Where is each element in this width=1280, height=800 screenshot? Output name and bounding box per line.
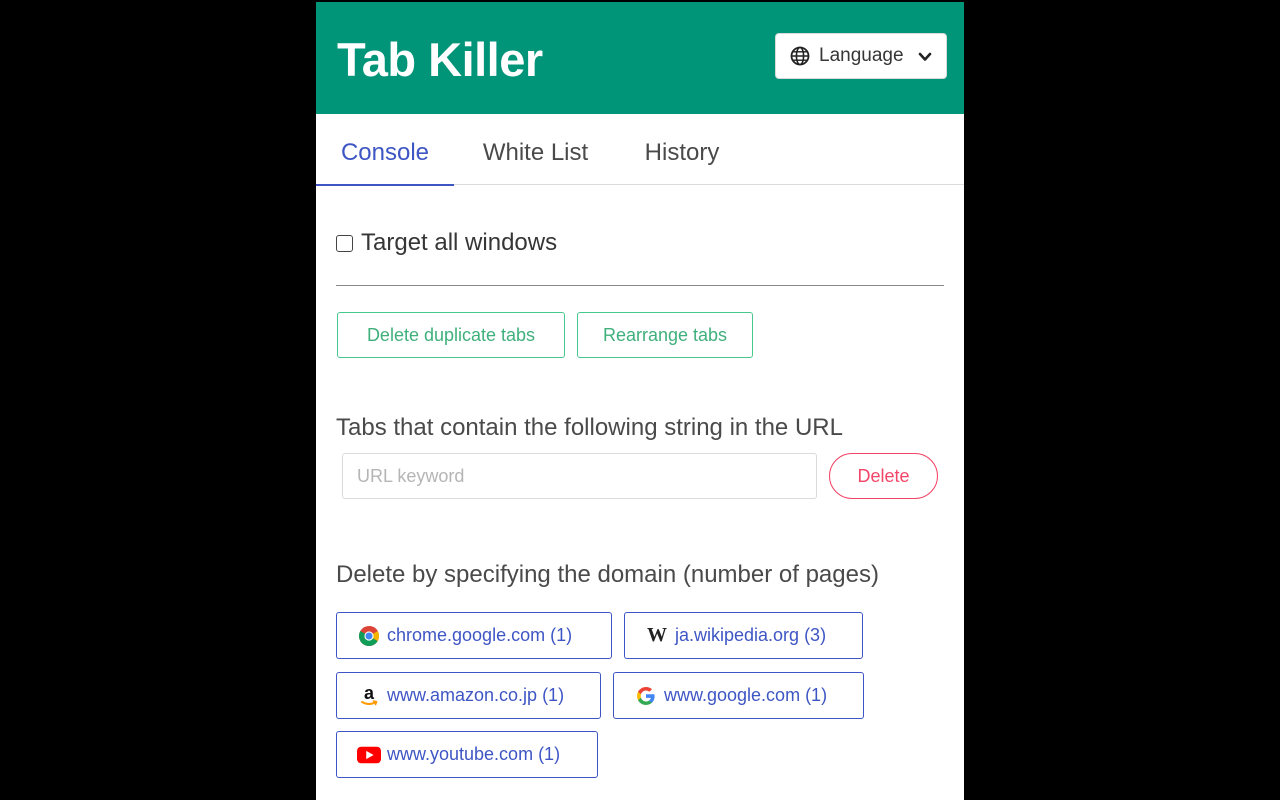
target-all-windows-row: Target all windows [336,229,557,257]
svg-text:a: a [364,684,375,703]
target-all-windows-label: Target all windows [361,229,558,256]
rearrange-tabs-button[interactable]: Rearrange tabs [577,312,753,358]
url-delete-button[interactable]: Delete [829,453,938,499]
language-label: Language [819,45,904,66]
language-dropdown[interactable]: Language [775,33,947,79]
divider [336,285,944,286]
extension-popup: Tab Killer Language Console White List H… [316,2,964,800]
tab-history[interactable]: History [636,114,728,184]
wikipedia-icon: W [647,624,667,646]
domain-button-ja-wikipedia-org[interactable]: W ja.wikipedia.org (3) [624,612,863,659]
domain-label: www.google.com (1) [664,685,828,705]
domain-label: www.youtube.com (1) [387,744,561,764]
domain-label: www.amazon.co.jp (1) [387,685,565,705]
domain-button-www-youtube-com[interactable]: www.youtube.com (1) [336,731,598,778]
domain-label: chrome.google.com (1) [387,625,573,645]
delete-duplicate-tabs-button[interactable]: Delete duplicate tabs [337,312,565,358]
amazon-icon: a [357,684,381,708]
domain-button-www-google-com[interactable]: www.google.com (1) [613,672,864,719]
globe-icon [790,46,810,66]
chrome-icon [357,624,381,648]
domain-button-www-amazon-co-jp[interactable]: a www.amazon.co.jp (1) [336,672,601,719]
youtube-icon [357,743,381,767]
domain-section-label: Delete by specifying the domain (number … [336,561,879,588]
tab-white-list[interactable]: White List [471,114,600,184]
chevron-down-icon [918,50,932,68]
domain-label: ja.wikipedia.org (3) [675,625,827,645]
app-title: Tab Killer [337,33,543,86]
app-header: Tab Killer Language [316,2,964,114]
domain-button-chrome-google-com[interactable]: chrome.google.com (1) [336,612,612,659]
tab-bar: Console White List History [316,114,964,186]
url-keyword-input[interactable] [342,453,817,499]
url-section-label: Tabs that contain the following string i… [336,414,843,441]
google-icon [634,684,658,708]
tab-console[interactable]: Console [316,114,454,186]
target-all-windows-checkbox[interactable] [336,234,353,252]
